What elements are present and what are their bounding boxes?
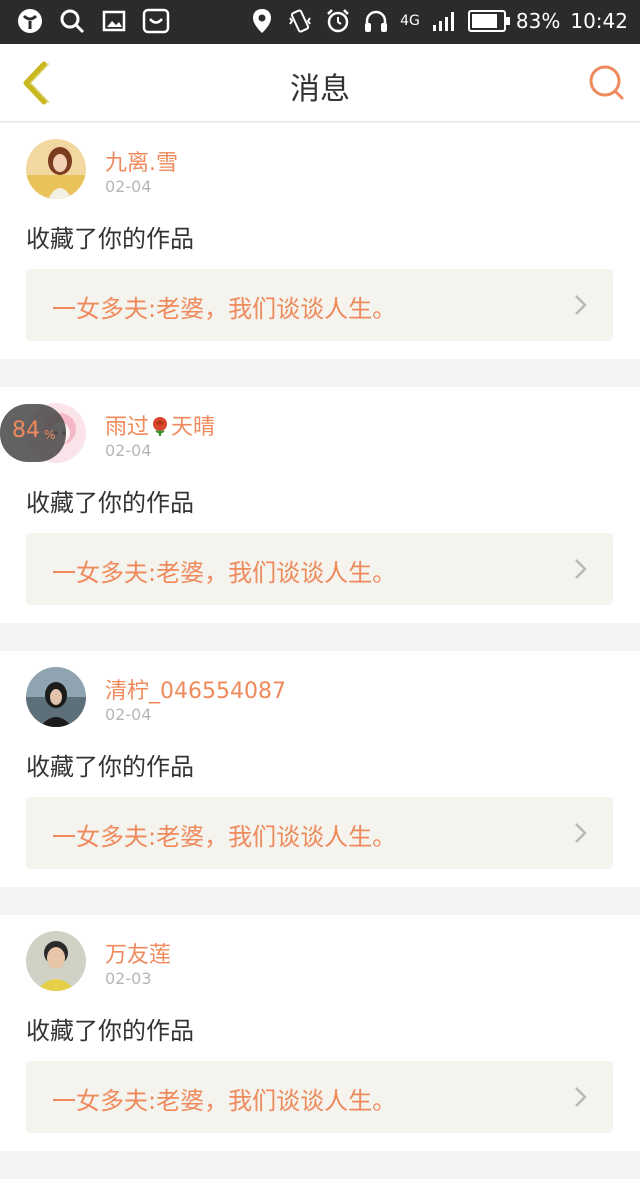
chevron-right-icon xyxy=(575,559,587,579)
signal-icon xyxy=(430,7,458,35)
search-status-icon xyxy=(58,7,86,35)
app-logo-icon xyxy=(16,7,44,35)
work-link[interactable]: 一女多夫:老婆，我们谈谈人生。 xyxy=(26,269,613,341)
message-card: 清柠_046554087 02-04 收藏了你的作品 一女多夫:老婆，我们谈谈人… xyxy=(0,651,640,887)
message-date: 02-04 xyxy=(105,177,152,196)
rose-emoji-icon xyxy=(153,417,168,436)
chevron-right-icon xyxy=(575,1087,587,1107)
username-part: 雨过 xyxy=(105,415,150,440)
location-icon xyxy=(248,7,276,35)
headphones-icon xyxy=(362,7,390,35)
message-date: 02-03 xyxy=(105,969,152,988)
battery-icon xyxy=(467,10,510,32)
work-link[interactable]: 一女多夫:老婆，我们谈谈人生。 xyxy=(26,1061,613,1133)
floating-percent-badge[interactable]: 84 % xyxy=(0,404,66,462)
vibrate-icon xyxy=(286,7,314,35)
work-title: 一女多夫:老婆，我们谈谈人生。 xyxy=(52,559,397,587)
work-title: 一女多夫:老婆，我们谈谈人生。 xyxy=(52,295,397,323)
alarm-icon xyxy=(324,7,352,35)
avatar[interactable] xyxy=(26,139,86,199)
search-button[interactable] xyxy=(586,62,626,102)
action-text: 收藏了你的作品 xyxy=(26,489,194,517)
work-link[interactable]: 一女多夫:老婆，我们谈谈人生。 xyxy=(26,797,613,869)
message-card: 万友莲 02-03 收藏了你的作品 一女多夫:老婆，我们谈谈人生。 xyxy=(0,915,640,1151)
badge-value: 84 xyxy=(12,418,40,443)
message-date: 02-04 xyxy=(105,441,152,460)
chevron-right-icon xyxy=(575,823,587,843)
action-text: 收藏了你的作品 xyxy=(26,225,194,253)
username-part: 天晴 xyxy=(171,415,216,440)
network-type: 4G xyxy=(400,13,420,29)
message-list: 九离.雪 02-04 收藏了你的作品 一女多夫:老婆，我们谈谈人生。 雨过 天晴 … xyxy=(0,123,640,1179)
username[interactable]: 清柠_046554087 xyxy=(105,673,286,705)
username[interactable]: 雨过 天晴 xyxy=(105,409,215,441)
username[interactable]: 九离.雪 xyxy=(105,145,178,177)
work-title: 一女多夫:老婆，我们谈谈人生。 xyxy=(52,1087,397,1115)
clock: 10:42 xyxy=(570,9,628,33)
action-text: 收藏了你的作品 xyxy=(26,1017,194,1045)
app-bar: 消息 xyxy=(0,44,640,122)
status-bar: 4G 83% 10:42 xyxy=(0,0,640,44)
message-date: 02-04 xyxy=(105,705,152,724)
message-card: 九离.雪 02-04 收藏了你的作品 一女多夫:老婆，我们谈谈人生。 xyxy=(0,123,640,359)
avatar[interactable] xyxy=(26,931,86,991)
battery-percent: 83% xyxy=(515,9,561,33)
username[interactable]: 万友莲 xyxy=(105,937,171,969)
work-link[interactable]: 一女多夫:老婆，我们谈谈人生。 xyxy=(26,533,613,605)
gallery-icon xyxy=(100,7,128,35)
action-text: 收藏了你的作品 xyxy=(26,753,194,781)
page-title: 消息 xyxy=(290,72,350,107)
work-title: 一女多夫:老婆，我们谈谈人生。 xyxy=(52,823,397,851)
search-icon xyxy=(589,65,624,100)
badge-unit: % xyxy=(44,428,56,442)
message-card: 雨过 天晴 02-04 收藏了你的作品 一女多夫:老婆，我们谈谈人生。 xyxy=(0,387,640,623)
chevron-right-icon xyxy=(575,295,587,315)
avatar[interactable] xyxy=(26,667,86,727)
shopping-bag-icon xyxy=(142,7,170,35)
